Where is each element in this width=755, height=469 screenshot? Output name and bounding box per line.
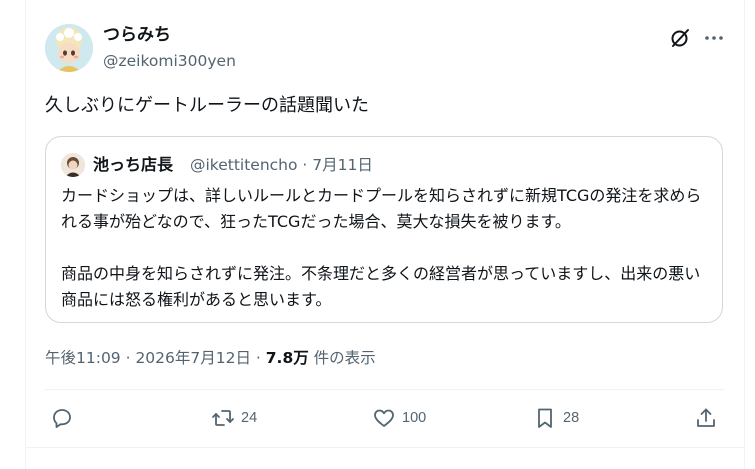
- tweet-text: 久しぶりにゲートルーラーの話題聞いた: [45, 95, 369, 116]
- views-count: 7.8万: [265, 349, 309, 367]
- quoted-author-name[interactable]: 池っち店長: [93, 155, 173, 175]
- share-button[interactable]: [694, 406, 718, 430]
- retweet-icon: [212, 410, 234, 426]
- retweet-button[interactable]: 24: [211, 406, 257, 430]
- reply-button[interactable]: [50, 406, 80, 430]
- author-handle[interactable]: @zeikomi300yen: [103, 51, 236, 71]
- more-icon[interactable]: [702, 26, 726, 50]
- like-count: 100: [402, 410, 427, 426]
- timeline-left-border: [25, 0, 26, 469]
- retweet-count: 24: [241, 410, 258, 426]
- quoted-tweet-text: カードショップは、詳しいルールとカードプールを知らされずに新規TCGの発注を求め…: [61, 186, 702, 309]
- like-button[interactable]: 100: [372, 406, 426, 430]
- quoted-author-avatar[interactable]: [61, 153, 85, 177]
- tweet-meta: 午後11:09 · 2026年7月12日 · 7.8万 件の表示: [45, 347, 376, 369]
- quoted-tweet[interactable]: 池っち店長 @ikettitencho · 7月11日 カードショップは、詳しい…: [45, 136, 723, 323]
- bookmark-button[interactable]: 28: [533, 406, 579, 430]
- views-label: 件の表示: [308, 349, 376, 367]
- author-avatar[interactable]: [45, 24, 93, 72]
- bookmark-count: 28: [563, 410, 580, 426]
- timeline-right-border: [744, 0, 745, 469]
- share-icon: [697, 408, 715, 427]
- like-icon: [374, 409, 394, 427]
- quoted-author-handle-date[interactable]: @ikettitencho · 7月11日: [190, 155, 373, 175]
- tweet-timestamp[interactable]: 午後11:09 · 2026年7月12日 ·: [45, 349, 266, 367]
- author-name[interactable]: つらみち: [103, 24, 171, 46]
- tweet-bottom-divider: [25, 447, 745, 448]
- quoted-avatar-illustration: [61, 153, 85, 177]
- reply-icon: [53, 409, 71, 428]
- grok-icon[interactable]: [668, 26, 692, 50]
- avatar-illustration: [45, 24, 93, 72]
- bookmark-icon: [538, 408, 552, 428]
- actions-divider: [45, 389, 724, 390]
